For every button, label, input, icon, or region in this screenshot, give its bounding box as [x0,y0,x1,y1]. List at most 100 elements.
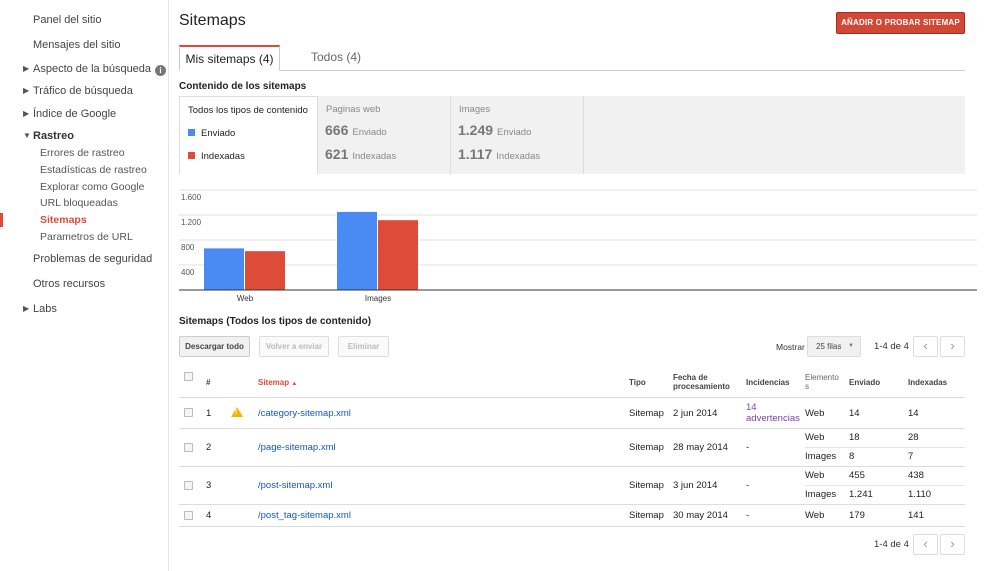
row-indexed: 28 [908,432,919,443]
resend-button[interactable]: Volver a enviar [259,336,329,357]
tab-my-sitemaps[interactable]: Mis sitemaps (4) [179,45,280,71]
delete-button[interactable]: Eliminar [338,336,389,357]
row-element: Images [805,451,837,462]
content-type-web[interactable]: Paginas web 666 Enviado 621 Indexadas [318,96,451,174]
row-element: Web [805,432,825,443]
nav-label: Problemas de seguridad [33,253,153,265]
row-element: Images [805,489,837,500]
row-indexed: 438 [908,470,924,481]
nav-label: Mensajes del sitio [33,39,121,51]
metric-label: Indexadas [352,151,397,162]
nav-label: Aspecto de la búsqueda [33,63,152,75]
row-element: Web [805,408,825,419]
nav-security-issues[interactable]: Problemas de seguridad [0,252,168,266]
col-sent: Enviado [849,378,881,387]
chart-y-tick-label: 800 [181,243,195,252]
row-indexed: 141 [908,510,924,521]
nav-labs[interactable]: ▶ Labs [0,302,168,316]
add-test-sitemap-button[interactable]: AÑADIR O PROBAR SITEMAP [836,12,965,34]
warning-icon: ! [231,407,243,417]
prev-page-button[interactable]: ‹ [913,336,938,357]
row-indexed: 1.110 [908,489,932,500]
nav-search-appearance[interactable]: ▶ Aspecto de la búsqueda i [0,62,168,76]
row-checkbox[interactable] [184,511,193,520]
row-type: Sitemap [629,408,664,419]
row-sent: 14 [849,408,860,419]
col-elements-line2: s [805,382,809,391]
nav-crawl[interactable]: ▼ Rastreo [0,129,168,143]
sidebar: Panel del sitio Mensajes del sitio ▶ Asp… [0,0,169,571]
nav-fetch-as-google[interactable]: Explorar como Google [0,181,168,194]
content-type-images[interactable]: Images 1.249 Enviado 1.117 Indexadas [451,96,584,174]
nav-blocked-urls[interactable]: URL bloqueadas [0,197,168,210]
prev-page-button-bottom[interactable]: ‹ [913,534,938,555]
row-element: Web [805,510,825,521]
sitemap-link[interactable]: /category-sitemap.xml [258,408,351,419]
caret-down-icon: ▼ [848,343,854,349]
sitemap-link[interactable]: /post-sitemap.xml [258,480,332,491]
download-all-button[interactable]: Descargar todo [179,336,250,357]
metric-value: 621 [325,146,349,162]
chart-x-tick-label: Images [365,294,391,303]
chart-bar [245,251,285,290]
row-date: 3 jun 2014 [673,480,718,491]
metric-value: 1.117 [458,146,493,162]
nav-site-messages[interactable]: Mensajes del sitio [0,38,168,52]
col-date: Fecha de procesamiento [673,373,730,391]
legend-indexed: Indexadas [188,151,245,162]
nav-crawl-stats[interactable]: Estadísticas de rastreo [0,164,168,177]
row-indexed: 14 [908,408,919,419]
content-type-all-title: Todos los tipos de contenido [188,105,308,116]
table-row: 3 /post-sitemap.xml Sitemap 3 jun 2014 -… [179,467,965,505]
info-icon[interactable]: i [155,65,167,76]
row-issues: - [746,442,750,453]
chart-bar [337,211,377,290]
content-type-panel: Todos los tipos de contenido Enviado Ind… [179,96,965,174]
row-type: Sitemap [629,442,664,453]
next-page-button-bottom[interactable]: › [940,534,965,555]
row-checkbox[interactable] [184,481,193,490]
col-issues: Incidencias [746,378,790,387]
caret-right-icon: ▶ [23,304,30,313]
sitemap-link[interactable]: /post_tag-sitemap.xml [258,510,351,521]
row-indexed: 7 [908,451,914,462]
nav-label: Panel del sitio [33,14,102,26]
tab-all[interactable]: Todos (4) [299,45,373,71]
row-date: 2 jun 2014 [673,408,718,419]
col-date-line1: Fecha de [673,373,708,382]
row-issues: - [746,510,750,521]
content-type-web-title: Paginas web [326,104,381,115]
nav-site-dashboard[interactable]: Panel del sitio [0,13,168,27]
chart-x-tick-label: Web [237,294,254,303]
row-issues-link[interactable]: 14 advertencias [746,402,800,424]
col-num: # [206,378,211,387]
next-page-button[interactable]: › [940,336,965,357]
pagination-range-bottom: 1-4 de 4 [874,539,909,550]
content-type-all[interactable]: Todos los tipos de contenido Enviado Ind… [179,96,318,174]
legend-label: Indexadas [201,151,245,162]
sitemap-link[interactable]: /page-sitemap.xml [258,442,336,453]
web-sent-metric: 666 Enviado [325,122,387,138]
rows-per-page-select[interactable]: 25 filas ▼ [807,336,861,357]
nav-other-resources[interactable]: Otros recursos [0,277,168,291]
row-issues: - [746,480,750,491]
metric-label: Enviado [497,127,532,138]
row-element: Web [805,470,825,481]
nav-sitemaps[interactable]: Sitemaps [0,214,168,227]
nav-google-index[interactable]: ▶ Índice de Google [0,107,168,121]
nav-url-parameters[interactable]: Parametros de URL [0,231,168,244]
col-sitemap-label: Sitemap [258,378,290,387]
page-title: Sitemaps [179,12,246,29]
sort-ascending-icon: ▲ [291,381,298,387]
content-heading: Contenido de los sitemaps [179,81,307,92]
caret-right-icon: ▶ [23,64,30,73]
row-checkbox[interactable] [184,408,193,417]
nav-crawl-errors[interactable]: Errores de rastreo [0,147,168,160]
metric-label: Indexadas [496,151,541,162]
row-type: Sitemap [629,510,664,521]
row-checkbox[interactable] [184,443,193,452]
select-all-checkbox[interactable] [184,372,193,381]
col-sitemap[interactable]: Sitemap ▲ [258,378,297,389]
nav-search-traffic[interactable]: ▶ Tráfico de búsqueda [0,84,168,98]
table-row: 1 ! /category-sitemap.xml Sitemap 2 jun … [179,398,965,429]
